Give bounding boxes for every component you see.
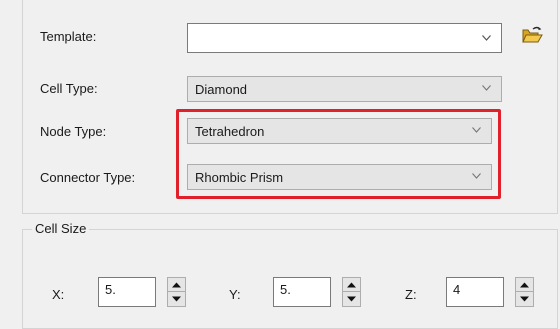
- x-input[interactable]: 5.: [98, 277, 156, 307]
- z-label: Z:: [405, 287, 417, 302]
- arrow-up-icon: [520, 282, 529, 288]
- arrow-down-icon: [347, 296, 356, 302]
- arrow-down-icon: [520, 296, 529, 302]
- x-decrement-button[interactable]: [168, 292, 185, 306]
- y-increment-button[interactable]: [343, 278, 360, 292]
- cell-size-title: Cell Size: [32, 221, 90, 236]
- x-value: 5.: [105, 282, 116, 297]
- arrow-up-icon: [347, 282, 356, 288]
- y-input[interactable]: 5.: [273, 277, 331, 307]
- template-combo[interactable]: [187, 23, 502, 53]
- y-decrement-button[interactable]: [343, 292, 360, 306]
- z-spinner[interactable]: [515, 277, 534, 307]
- chevron-down-icon: [482, 85, 491, 94]
- y-label: Y:: [229, 287, 241, 302]
- arrow-up-icon: [172, 282, 181, 288]
- x-label: X:: [52, 287, 65, 302]
- z-input[interactable]: 4: [446, 277, 504, 307]
- node-type-label: Node Type:: [40, 124, 107, 139]
- chevron-down-icon: [482, 35, 491, 44]
- highlight-box: [176, 109, 501, 199]
- x-increment-button[interactable]: [168, 278, 185, 292]
- y-spinner[interactable]: [342, 277, 361, 307]
- z-value: 4: [453, 282, 461, 297]
- folder-open-icon[interactable]: [521, 25, 543, 45]
- cell-type-combo[interactable]: Diamond: [187, 76, 502, 102]
- template-label: Template:: [40, 29, 97, 44]
- cell-type-value: Diamond: [195, 82, 248, 97]
- arrow-down-icon: [172, 296, 181, 302]
- z-increment-button[interactable]: [516, 278, 533, 292]
- connector-type-label: Connector Type:: [40, 170, 136, 185]
- y-value: 5.: [280, 282, 291, 297]
- z-decrement-button[interactable]: [516, 292, 533, 306]
- cell-type-label: Cell Type:: [40, 81, 98, 96]
- x-spinner[interactable]: [167, 277, 186, 307]
